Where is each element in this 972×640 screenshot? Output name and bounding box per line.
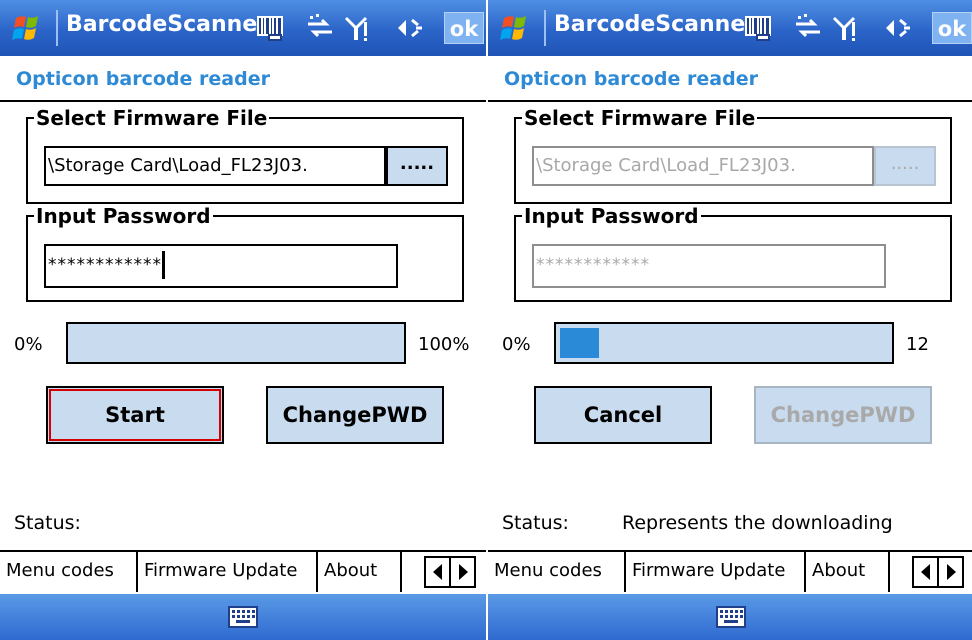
progress-min-label: 0% (502, 334, 531, 355)
cancel-button[interactable]: Cancel (534, 386, 712, 444)
app-title: BarcodeScanner (66, 12, 269, 37)
volume-icon[interactable] (392, 12, 424, 44)
tab-firmware-update[interactable]: Firmware Update (626, 552, 806, 592)
status-text: Represents the downloading (622, 512, 893, 534)
volume-icon[interactable] (880, 12, 912, 44)
windows-logo-icon[interactable] (8, 8, 48, 48)
ok-button[interactable]: ok (444, 12, 484, 44)
browse-button[interactable]: ..... (386, 146, 448, 186)
connectivity-icon[interactable] (792, 12, 824, 44)
title-separator (56, 10, 58, 46)
tab-scroll-control (912, 556, 964, 588)
tab-firmware-update[interactable]: Firmware Update (138, 552, 318, 592)
tab-strip: Menu codes Firmware Update About (488, 550, 972, 594)
firmware-file-legend: Select Firmware File (36, 106, 268, 130)
progress-fill (560, 328, 599, 358)
status-label: Status: (14, 512, 81, 534)
screen-right: BarcodeScanner ok Opticon barcode reader… (486, 0, 972, 640)
status-label: Status: (502, 512, 569, 534)
soft-key-bar (488, 594, 972, 640)
connectivity-icon[interactable] (304, 12, 336, 44)
password-input: ************ (532, 244, 886, 288)
tab-menu-codes[interactable]: Menu codes (0, 552, 138, 592)
password-input[interactable]: ************ (44, 244, 398, 288)
browse-button: ..... (874, 146, 936, 186)
ok-button[interactable]: ok (932, 12, 972, 44)
firmware-file-legend: Select Firmware File (524, 106, 756, 130)
tab-about[interactable]: About (318, 552, 402, 592)
soft-key-bar (0, 594, 486, 640)
page-subtitle: Opticon barcode reader (16, 68, 270, 90)
windows-logo-icon[interactable] (496, 8, 536, 48)
change-password-button[interactable]: ChangePWD (266, 386, 444, 444)
progress-min-label: 0% (14, 334, 43, 355)
screen-left: BarcodeScanner ok Opticon barcode reader… (0, 0, 486, 640)
title-bar: BarcodeScanner ok (488, 0, 972, 56)
signal-icon[interactable] (342, 12, 374, 44)
firmware-path-input: \Storage Card\Load_FL23J03. (532, 146, 874, 186)
app-title: BarcodeScanner (554, 12, 757, 37)
scroll-right-icon[interactable] (939, 558, 963, 586)
progress-max-label: 12 (906, 334, 929, 355)
keyboard-icon[interactable] (228, 604, 258, 630)
change-password-button: ChangePWD (754, 386, 932, 444)
divider (488, 100, 972, 102)
tab-strip: Menu codes Firmware Update About (0, 550, 486, 594)
progress-bar (554, 322, 894, 364)
title-bar: BarcodeScanner ok (0, 0, 486, 56)
progress-max-label: 100% (418, 334, 470, 355)
firmware-path-input[interactable]: \Storage Card\Load_FL23J03. (44, 146, 386, 186)
title-separator (544, 10, 546, 46)
scroll-right-icon[interactable] (451, 558, 475, 586)
barcode-icon[interactable] (254, 12, 286, 44)
divider (0, 100, 486, 102)
tab-scroll-control (424, 556, 476, 588)
barcode-icon[interactable] (742, 12, 774, 44)
text-caret (162, 251, 165, 279)
start-button[interactable]: Start (46, 386, 224, 444)
page-subtitle: Opticon barcode reader (504, 68, 758, 90)
progress-bar (66, 322, 406, 364)
scroll-left-icon[interactable] (914, 558, 938, 586)
keyboard-icon[interactable] (716, 604, 746, 630)
password-legend: Input Password (36, 204, 211, 228)
scroll-left-icon[interactable] (426, 558, 450, 586)
signal-icon[interactable] (830, 12, 862, 44)
password-legend: Input Password (524, 204, 699, 228)
password-value: ************ (48, 255, 162, 275)
tab-about[interactable]: About (806, 552, 890, 592)
tab-menu-codes[interactable]: Menu codes (488, 552, 626, 592)
